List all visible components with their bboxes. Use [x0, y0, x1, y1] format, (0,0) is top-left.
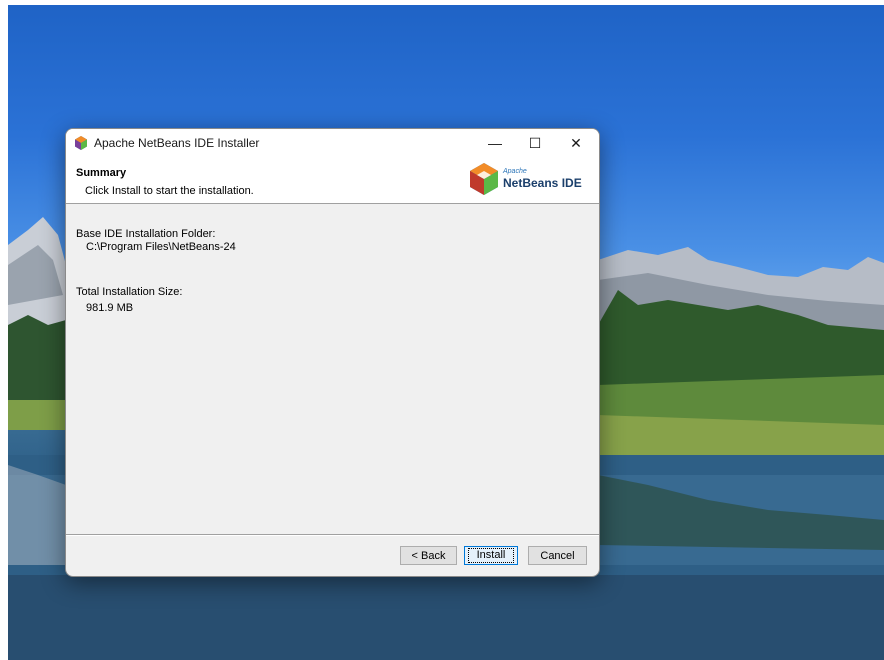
installer-window: Apache NetBeans IDE Installer — ☐ ✕ Summ…: [65, 128, 600, 577]
close-icon: ✕: [570, 134, 582, 151]
wizard-header: Summary Click Install to start the insta…: [66, 157, 599, 204]
window-title: Apache NetBeans IDE Installer: [94, 136, 260, 150]
title-bar[interactable]: Apache NetBeans IDE Installer — ☐ ✕: [66, 129, 599, 157]
page-title: Summary: [76, 167, 127, 179]
minimize-button[interactable]: —: [475, 129, 515, 157]
desktop: Apache NetBeans IDE Installer — ☐ ✕ Summ…: [0, 0, 884, 660]
close-button[interactable]: ✕: [556, 129, 596, 157]
logo-netbeans-text: NetBeans IDE: [503, 176, 582, 190]
netbeans-app-icon: [75, 136, 87, 150]
install-button-label: Install: [467, 548, 515, 563]
maximize-icon: ☐: [528, 134, 542, 151]
cancel-button[interactable]: Cancel: [528, 546, 587, 565]
install-folder-value: C:\Program Files\NetBeans-24: [86, 241, 236, 253]
netbeans-logo: Apache NetBeans IDE: [469, 162, 587, 198]
install-size-label: Total Installation Size:: [76, 286, 183, 298]
install-button[interactable]: Install: [464, 546, 518, 565]
maximize-button[interactable]: ☐: [515, 129, 555, 157]
footer-divider-highlight: [66, 535, 599, 536]
minimize-icon: —: [488, 135, 502, 151]
summary-panel: Base IDE Installation Folder: C:\Program…: [66, 204, 599, 534]
page-subtitle: Click Install to start the installation.: [85, 185, 254, 197]
back-button[interactable]: < Back: [400, 546, 457, 565]
install-folder-label: Base IDE Installation Folder:: [76, 228, 216, 240]
logo-apache-text: Apache: [503, 168, 527, 175]
netbeans-cube-icon: [470, 163, 498, 195]
install-size-value: 981.9 MB: [86, 302, 134, 314]
